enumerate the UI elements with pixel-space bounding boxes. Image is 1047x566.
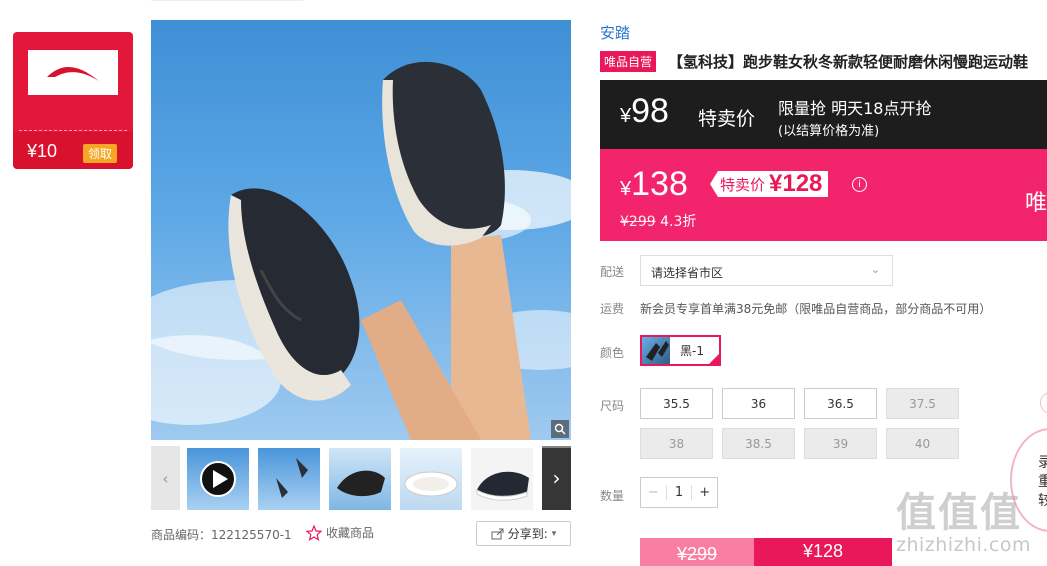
- info-icon[interactable]: i: [852, 177, 867, 192]
- current-price: ¥138: [620, 165, 688, 203]
- side-float-button[interactable]: [1040, 392, 1047, 414]
- buy-now-button[interactable]: ¥128: [754, 538, 892, 566]
- price-side-text: 唯: [1024, 191, 1047, 216]
- coupon-header: [13, 32, 133, 132]
- thumbnail-next-button[interactable]: ›: [542, 446, 571, 510]
- side-panel-text: 录: [1038, 455, 1047, 471]
- play-icon: [200, 461, 236, 497]
- special-price-tag: 特卖价 ¥128: [710, 170, 829, 197]
- coupon-card[interactable]: ¥10 领取: [13, 32, 133, 169]
- chevron-right-icon: ›: [552, 466, 561, 490]
- chevron-left-icon: ‹: [162, 468, 169, 488]
- coupon-divider: [19, 130, 127, 131]
- price-banner: ¥138 特卖价 ¥128 i ¥299 4.3折 唯: [600, 149, 1047, 241]
- flash-sale-banner: ¥98 特卖价 限量抢 明天18点开抢 (以结算价格为准): [600, 80, 1047, 149]
- watermark-url: zhizhizhi.com: [896, 534, 1032, 556]
- anta-logo: [28, 50, 118, 95]
- vip-self-operated-badge: 唯品自营: [600, 50, 657, 72]
- coupon-amount: ¥10: [27, 141, 58, 161]
- size-option-unavailable: 38: [640, 428, 713, 459]
- thumbnail-video[interactable]: [187, 448, 249, 510]
- flash-sale-subtitle: (以结算价格为准): [778, 124, 880, 139]
- quantity-stepper: − 1 +: [640, 477, 718, 508]
- quantity-value[interactable]: 1: [667, 485, 692, 500]
- size-option[interactable]: 35.5: [640, 388, 713, 419]
- share-label: 分享到:: [507, 527, 548, 541]
- size-option-unavailable: 37.5: [886, 388, 959, 419]
- quantity-increase-button[interactable]: +: [691, 485, 717, 500]
- favorite-label: 收藏商品: [326, 526, 375, 540]
- thumbnail-strip: ‹ ›: [151, 446, 571, 510]
- favorite-button[interactable]: 收藏商品: [306, 524, 374, 541]
- share-button[interactable]: 分享到: ▾: [476, 521, 571, 546]
- star-icon: [306, 524, 322, 541]
- shipping-info: 新会员专享首单满38元免邮（限唯品自营商品，部分商品不可用）: [640, 302, 992, 316]
- size-label: 尺码: [600, 399, 625, 413]
- color-option-label: 黑-1: [680, 344, 704, 358]
- color-label: 颜色: [600, 346, 625, 360]
- size-option-unavailable: 40: [886, 428, 959, 459]
- share-icon: [491, 528, 504, 539]
- anta-logo-icon: [47, 66, 99, 81]
- region-select-value: 请选择省市区: [651, 266, 724, 280]
- product-title-row: 唯品自营 【氢科技】跑步鞋女秋冬新款轻便耐磨休闲慢跑运动鞋: [600, 50, 1047, 72]
- side-panel-text: 重: [1038, 474, 1047, 490]
- original-price: ¥299 4.3折: [620, 214, 697, 230]
- thumbnail-image[interactable]: [400, 448, 462, 510]
- thumbnail-image[interactable]: [471, 448, 533, 510]
- caret-down-icon: ▾: [551, 528, 557, 539]
- coupon-claim-button[interactable]: 领取: [83, 144, 118, 163]
- color-swatch: [642, 337, 670, 364]
- delivery-label: 配送: [600, 265, 625, 279]
- top-divider: [151, 0, 303, 1]
- color-option-selected[interactable]: 黑-1: [640, 335, 721, 366]
- flash-price: ¥98: [620, 92, 669, 130]
- special-price-label: 特卖价: [720, 175, 766, 194]
- size-option[interactable]: 36: [722, 388, 795, 419]
- brand-link[interactable]: 安踏: [600, 22, 630, 43]
- special-price-value: ¥128: [769, 170, 823, 197]
- shipping-label: 运费: [600, 302, 625, 316]
- thumbnail-image[interactable]: [329, 448, 391, 510]
- flash-sale-title: 限量抢 明天18点开抢: [778, 99, 932, 118]
- thumbnail-image[interactable]: [258, 448, 320, 510]
- quantity-decrease-button[interactable]: −: [641, 485, 667, 500]
- product-title: 【氢科技】跑步鞋女秋冬新款轻便耐磨休闲慢跑运动鞋: [668, 52, 1029, 71]
- quantity-label: 数量: [600, 489, 625, 503]
- size-option[interactable]: 36.5: [804, 388, 877, 419]
- product-photo: [151, 61, 571, 440]
- thumbnail-prev-button[interactable]: ‹: [151, 446, 180, 510]
- main-product-image[interactable]: [151, 20, 571, 440]
- buy-original-price-button[interactable]: ¥299: [640, 538, 754, 566]
- buy-bar: ¥299 ¥128: [640, 538, 892, 566]
- watermark-logo: 值值值: [896, 490, 1022, 536]
- size-option-unavailable: 38.5: [722, 428, 795, 459]
- product-code: 商品编码：122125570-1: [151, 528, 292, 542]
- flash-price-label: 特卖价: [698, 108, 756, 130]
- side-panel-text: 较: [1038, 493, 1047, 509]
- chevron-down-icon: ⌄: [870, 263, 880, 276]
- size-option-unavailable: 39: [804, 428, 877, 459]
- region-select[interactable]: 请选择省市区 ⌄: [640, 255, 893, 286]
- selected-check-icon: [707, 352, 721, 366]
- zoom-icon[interactable]: [551, 420, 569, 438]
- site-watermark: 值值值 zhizhizhi.com: [896, 480, 1031, 556]
